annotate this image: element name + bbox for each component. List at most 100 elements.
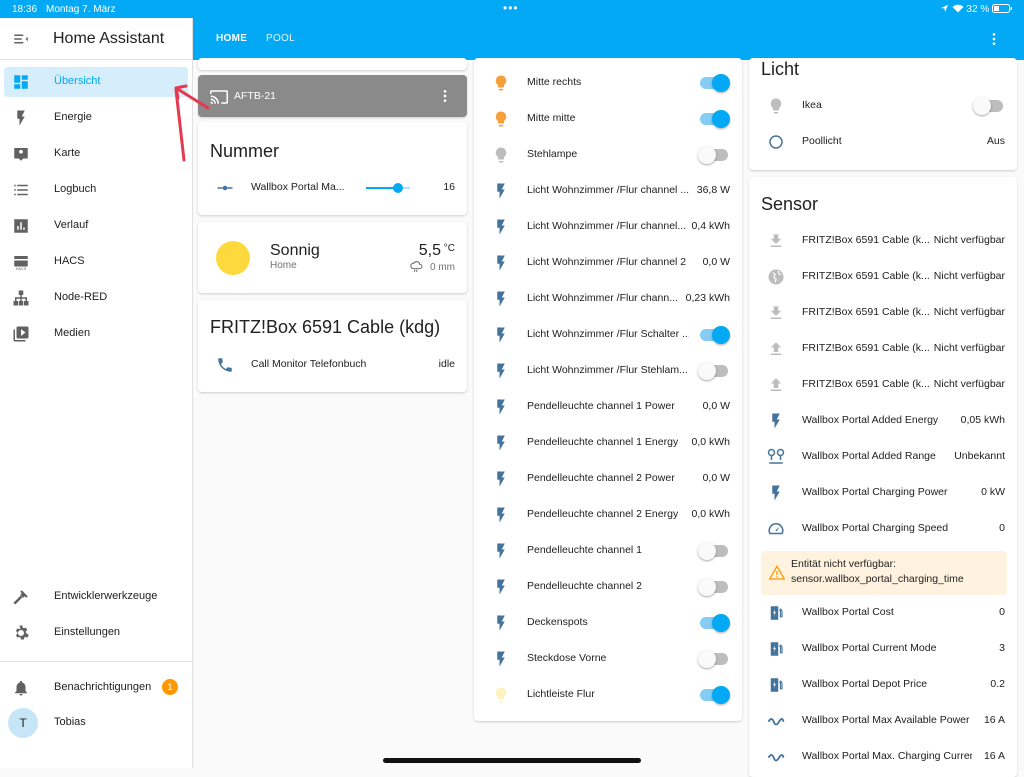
entity-name: Wallbox Portal Added Energy (802, 414, 939, 426)
entity-toggle[interactable] (700, 686, 730, 704)
entity-name: Licht Wohnzimmer /Flur Schalter ... (527, 328, 689, 340)
entity-toggle[interactable] (700, 74, 730, 92)
entity-value: 0,0 W (702, 472, 730, 484)
chart-icon (14, 219, 28, 233)
entity-row[interactable]: Wallbox Portal Depot Price 0.2 (749, 667, 1017, 703)
entity-row[interactable]: Lichtleiste Flur (474, 677, 742, 713)
multitask-dots[interactable]: ••• (503, 1, 519, 15)
entity-name: Wallbox Portal Added Range (802, 450, 936, 462)
lightning-icon (497, 507, 505, 523)
entity-row[interactable]: FRITZ!Box 6591 Cable (k... Nicht verfügba… (749, 223, 1017, 259)
entity-row[interactable]: Deckenspots (474, 605, 742, 641)
entity-value: Nicht verfügbar (933, 378, 1005, 390)
entity-toggle[interactable] (698, 578, 728, 596)
entity-row[interactable]: Mitte rechts (474, 65, 742, 101)
hacs-icon: HACS (14, 256, 28, 271)
entity-value: 16 A (983, 750, 1005, 762)
entity-row[interactable]: Call Monitor Telefonbuch idle (198, 347, 467, 383)
more-vertical-icon[interactable] (986, 31, 1002, 47)
entity-row[interactable]: Wallbox Portal Current Mode 3 (749, 631, 1017, 667)
entity-value: 0,0 W (702, 400, 730, 412)
entity-value: 16 A (983, 714, 1005, 726)
entity-name: FRITZ!Box 6591 Cable (k... (802, 270, 930, 282)
weather-rainy-icon (410, 261, 423, 273)
number-slider[interactable] (366, 183, 410, 193)
sidebar-item-sitemap[interactable]: Node-RED (4, 283, 188, 313)
media-player-card[interactable]: AFTB-21 (198, 75, 467, 117)
entity-row[interactable]: FRITZ!Box 6591 Cable (k... Nicht verfügba… (749, 295, 1017, 331)
entity-name: Licht Wohnzimmer /Flur channel... (527, 220, 687, 232)
media-player-name: AFTB-21 (234, 90, 277, 102)
entity-row[interactable]: Licht Wohnzimmer /Flur channel ... 36,8 W (474, 173, 742, 209)
entity-toggle[interactable] (698, 542, 728, 560)
entity-row[interactable]: Wallbox Portal Charging Power 0 kW (749, 475, 1017, 511)
entity-row[interactable]: Steckdose Vorne (474, 641, 742, 677)
list-icon (14, 184, 28, 196)
entity-row[interactable]: Licht Wohnzimmer /Flur channel 2 ... 0,0 … (474, 245, 742, 281)
entity-row[interactable]: Pendelleuchte channel 1 Power 0,0 W (474, 389, 742, 425)
entity-toggle[interactable] (700, 110, 730, 128)
lightning-icon (497, 255, 505, 271)
lightning-icon (497, 543, 505, 559)
entity-row[interactable]: Wallbox Portal Cost 0 (749, 595, 1017, 631)
location-icon (940, 4, 948, 13)
entity-row[interactable]: Wallbox Portal Max Available Power 16 A (749, 703, 1017, 739)
entity-toggle[interactable] (698, 146, 728, 164)
weather-card[interactable]: Sonnig Home 5,5 °C 0 mm (198, 222, 467, 293)
entity-row[interactable]: FRITZ!Box 6591 Cable (k... Nicht verfügba… (749, 259, 1017, 295)
entity-toggle[interactable] (700, 326, 730, 344)
entity-row[interactable]: Ikea (749, 88, 1017, 124)
sidebar-item-gear[interactable]: Einstellungen (4, 618, 188, 648)
sidebar-item-user[interactable]: T Tobias (4, 708, 188, 738)
entity-name: Mitte mitte (527, 112, 576, 124)
entity-row[interactable]: Pendelleuchte channel 2 (474, 569, 742, 605)
entity-toggle[interactable] (700, 614, 730, 632)
entity-row[interactable]: Pendelleuchte channel 1 (474, 533, 742, 569)
entity-name: Deckenspots (527, 616, 588, 628)
slider-knob[interactable] (392, 183, 403, 193)
sidebar-item-label: Verlauf (54, 219, 89, 231)
menu-collapse-icon[interactable] (12, 30, 30, 48)
entity-row[interactable]: Pendelleuchte channel 1 Energy 0,0 kWh (474, 425, 742, 461)
entity-value: 0,4 kWh (691, 220, 730, 232)
sidebar-item-list[interactable]: Logbuch (4, 175, 188, 205)
entity-value: 0,0 kWh (691, 508, 730, 520)
entity-row[interactable]: Pendelleuchte channel 2 Power 0,0 W (474, 461, 742, 497)
notification-badge: 1 (162, 679, 178, 695)
entity-row[interactable]: Pendelleuchte channel 2 Energy 0,0 kWh (474, 497, 742, 533)
more-vertical-icon[interactable] (437, 88, 453, 104)
entity-row[interactable]: Licht Wohnzimmer /Flur Schalter ... (474, 317, 742, 353)
entity-name: Mitte rechts (527, 76, 582, 88)
globe-icon (768, 269, 784, 285)
entity-row[interactable]: FRITZ!Box 6591 Cable (k... Nicht verfügba… (749, 331, 1017, 367)
entity-name: Call Monitor Telefonbuch (251, 358, 367, 370)
sidebar-item-chart[interactable]: Verlauf (4, 211, 188, 241)
sidebar-item-notifications[interactable]: Benachrichtigungen 1 (4, 673, 188, 703)
entity-row[interactable]: Wallbox Portal Max. Charging Current 16 A (749, 739, 1017, 775)
entity-toggle[interactable] (698, 362, 728, 380)
entity-name: Wallbox Portal Max Available Power (802, 714, 970, 726)
entity-row[interactable]: Wallbox Portal Charging Speed 0 (749, 511, 1017, 547)
entity-name: Stehlampe (527, 148, 578, 160)
toggle-knob (698, 578, 716, 596)
sidebar-item-hacs[interactable]: HACS HACS (4, 247, 188, 277)
entity-row[interactable]: Licht Wohnzimmer /Flur Stehlam... (474, 353, 742, 389)
entity-row[interactable]: Licht Wohnzimmer /Flur chann... 0,23 kWh (474, 281, 742, 317)
entity-name: Wallbox Portal Cost (802, 606, 894, 618)
entity-row[interactable]: Licht Wohnzimmer /Flur channel... 0,4 kWh (474, 209, 742, 245)
sidebar-item-play[interactable]: Medien (4, 319, 188, 349)
home-indicator[interactable] (383, 758, 641, 763)
entity-row[interactable]: FRITZ!Box 6591 Cable (k... Nicht verfügba… (749, 367, 1017, 403)
entity-row[interactable]: Mitte mitte (474, 101, 742, 137)
sidebar-item-hammer[interactable]: Entwicklerwerkzeuge (4, 582, 188, 612)
entity-row[interactable]: Wallbox Portal Added Energy 0,05 kWh (749, 403, 1017, 439)
tab-home[interactable]: HOME (216, 33, 247, 44)
entity-name: Pendelleuchte channel 1 Energy (527, 436, 679, 448)
entity-row[interactable]: Poollicht Aus (749, 124, 1017, 160)
entity-row[interactable]: Stehlampe (474, 137, 742, 173)
entity-row[interactable]: Wallbox Portal Added Range Unbekannt (749, 439, 1017, 475)
entity-toggle[interactable] (698, 650, 728, 668)
entity-toggle[interactable] (973, 97, 1003, 115)
entity-name: Wallbox Portal Charging Speed (802, 522, 949, 534)
tab-pool[interactable]: POOL (266, 33, 295, 44)
